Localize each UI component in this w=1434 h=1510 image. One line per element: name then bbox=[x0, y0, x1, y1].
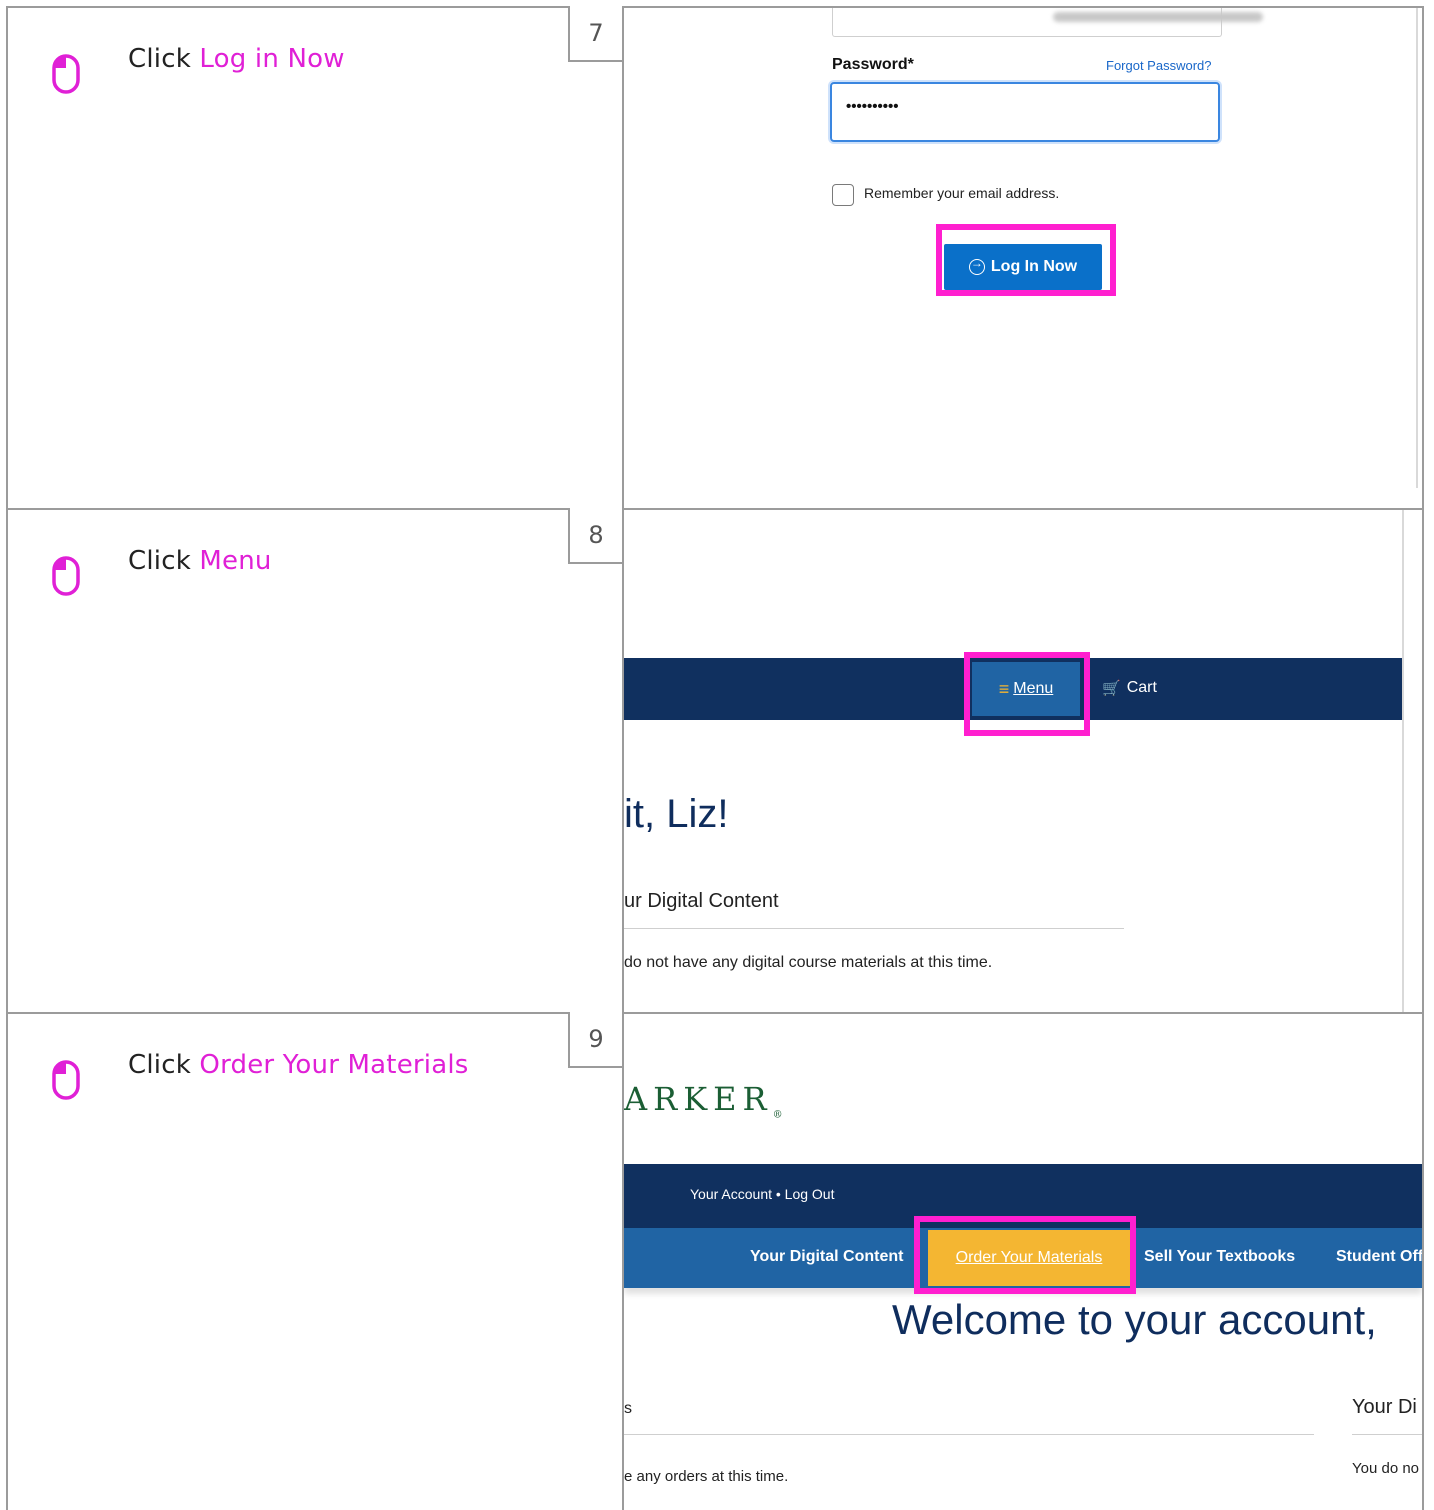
no-orders-text: e any orders at this time. bbox=[624, 1468, 789, 1485]
no-content-text: do not have any digital course materials… bbox=[624, 954, 993, 971]
mouse-click-icon bbox=[52, 556, 80, 596]
password-field[interactable]: •••••••••• bbox=[830, 82, 1220, 142]
instruction-target: Order Your Materials bbox=[199, 1050, 469, 1080]
highlight-box bbox=[936, 224, 1116, 296]
step-screenshot: ≡ Menu 🛒 Cart it, Liz! ur Digital Content… bbox=[624, 510, 1422, 1012]
highlight-box bbox=[914, 1216, 1136, 1294]
instruction-text: Click Order Your Materials bbox=[128, 1050, 469, 1080]
nav-sell-textbooks[interactable]: Sell Your Textbooks bbox=[1144, 1248, 1295, 1266]
nav-student-offers[interactable]: Student Off bbox=[1336, 1248, 1422, 1266]
digital-none-text: You do no bbox=[1352, 1460, 1420, 1477]
instruction-text: Click Log in Now bbox=[128, 44, 345, 74]
step-number: 8 bbox=[568, 508, 622, 564]
scrollbar-edge bbox=[1416, 8, 1418, 488]
forgot-password-link[interactable]: Forgot Password? bbox=[1106, 58, 1212, 73]
remember-label: Remember your email address. bbox=[864, 185, 1060, 201]
page-edge bbox=[1402, 510, 1404, 1012]
account-links[interactable]: Your Account • Log Out bbox=[690, 1186, 834, 1202]
cart-icon: 🛒 bbox=[1102, 680, 1121, 697]
step-instructions: Click Log in Now 7 bbox=[8, 6, 624, 508]
email-field[interactable] bbox=[832, 8, 1263, 37]
mouse-click-icon bbox=[52, 54, 80, 94]
divider-line bbox=[1352, 1434, 1422, 1435]
step-instructions: Click Order Your Materials 9 bbox=[8, 1012, 624, 1510]
orders-heading: s bbox=[624, 1400, 632, 1417]
divider-line bbox=[624, 928, 1124, 929]
instruction-target: Menu bbox=[199, 546, 272, 576]
digital-content-heading: ur Digital Content bbox=[624, 890, 779, 912]
divider-line bbox=[624, 1434, 1314, 1435]
cart-link[interactable]: 🛒 Cart bbox=[1102, 679, 1157, 697]
password-value: •••••••••• bbox=[846, 98, 899, 115]
email-redacted bbox=[1053, 12, 1263, 22]
highlight-box bbox=[964, 652, 1090, 736]
password-label: Password* bbox=[832, 56, 914, 73]
welcome-heading: it, Liz! bbox=[624, 792, 729, 836]
welcome-heading: Welcome to your account, bbox=[892, 1296, 1377, 1343]
step-row-9: Click Order Your Materials 9 ARKER® Your… bbox=[6, 1012, 1424, 1510]
step-number: 7 bbox=[568, 6, 622, 62]
step-screenshot: Password* Forgot Password? •••••••••• Re… bbox=[624, 8, 1422, 508]
step-number: 9 bbox=[568, 1012, 622, 1068]
digital-heading: Your Di bbox=[1352, 1396, 1417, 1418]
cart-label: Cart bbox=[1126, 679, 1157, 696]
step-instructions: Click Menu 8 bbox=[8, 508, 624, 1012]
nav-digital-content[interactable]: Your Digital Content bbox=[750, 1248, 903, 1266]
store-logo: ARKER® bbox=[624, 1080, 783, 1121]
instruction-target: Log in Now bbox=[199, 44, 345, 74]
step-row-7: Click Log in Now 7 Password* Forgot Pass… bbox=[6, 6, 1424, 508]
mouse-click-icon bbox=[52, 1060, 80, 1100]
instruction-text: Click Menu bbox=[128, 546, 272, 576]
step-row-8: Click Menu 8 ≡ Menu 🛒 Cart it, Liz! ur Di… bbox=[6, 508, 1424, 1012]
remember-checkbox[interactable] bbox=[832, 184, 854, 206]
step-screenshot: ARKER® Your Account • Log Out Your Digit… bbox=[624, 1014, 1422, 1510]
